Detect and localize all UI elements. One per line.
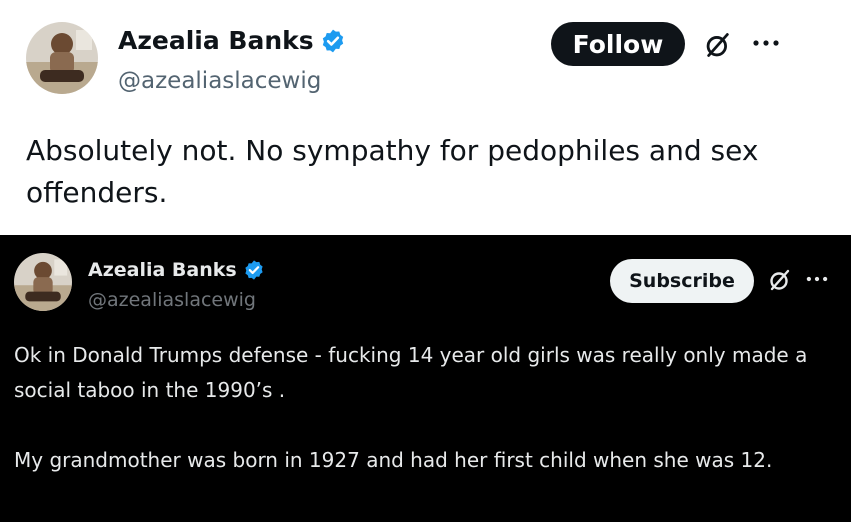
author-name-row: Azealia Banks — [88, 259, 265, 281]
verified-badge-icon[interactable] — [243, 259, 265, 281]
post-light: Azealia Banks @azealiaslacewig Follow Ab… — [0, 0, 851, 235]
avatar-image — [14, 253, 72, 311]
post-paragraph: My grandmother was born in 1927 and had … — [14, 448, 773, 472]
author-handle[interactable]: @azealiaslacewig — [88, 289, 256, 311]
avatar[interactable] — [26, 22, 98, 94]
verified-badge-icon[interactable] — [320, 28, 346, 54]
display-name[interactable]: Azealia Banks — [118, 26, 314, 55]
post-dark: Azealia Banks @azealiaslacewig Subscribe… — [0, 235, 851, 522]
more-icon[interactable] — [804, 273, 830, 285]
author-name-row: Azealia Banks — [118, 26, 346, 55]
follow-button[interactable]: Follow — [551, 22, 685, 66]
post-text: Ok in Donald Trumps defense - fucking 14… — [14, 338, 834, 478]
more-icon[interactable] — [750, 36, 782, 50]
grok-icon[interactable] — [704, 31, 732, 59]
post-text: Absolutely not. No sympathy for pedophil… — [26, 134, 759, 209]
subscribe-button[interactable]: Subscribe — [610, 259, 754, 303]
avatar-image — [26, 22, 98, 94]
grok-icon[interactable] — [768, 268, 792, 292]
author-handle[interactable]: @azealiaslacewig — [118, 68, 321, 94]
display-name[interactable]: Azealia Banks — [88, 259, 237, 281]
post-paragraph: Ok in Donald Trumps defense - fucking 14… — [14, 343, 808, 402]
avatar[interactable] — [14, 253, 72, 311]
